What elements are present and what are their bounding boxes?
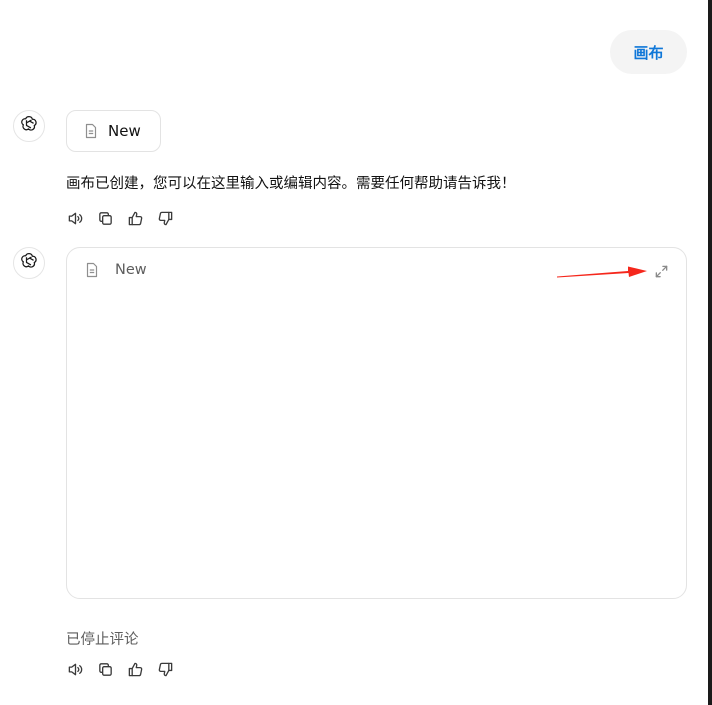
canvas-chip-label: New bbox=[108, 122, 141, 140]
copy-icon[interactable] bbox=[96, 209, 114, 227]
message-actions bbox=[66, 660, 174, 678]
user-message-text: 画布 bbox=[633, 43, 664, 62]
canvas-panel-header: New bbox=[85, 262, 147, 278]
openai-logo-icon bbox=[19, 114, 39, 138]
stopped-commenting-text: 已停止评论 bbox=[66, 632, 139, 648]
assistant-avatar bbox=[13, 110, 45, 142]
openai-logo-icon bbox=[19, 251, 39, 275]
canvas-panel[interactable]: New bbox=[66, 247, 687, 599]
canvas-chip[interactable]: New bbox=[66, 110, 161, 152]
expand-icon[interactable] bbox=[652, 262, 670, 280]
copy-icon[interactable] bbox=[96, 660, 114, 678]
thumbs-up-icon[interactable] bbox=[126, 660, 144, 678]
window-edge bbox=[708, 0, 712, 705]
thumbs-up-icon[interactable] bbox=[126, 209, 144, 227]
assistant-avatar bbox=[13, 247, 45, 279]
assistant-message-text: 画布已创建，您可以在这里输入或编辑内容。需要任何帮助请告诉我！ bbox=[66, 176, 516, 192]
thumbs-down-icon[interactable] bbox=[156, 209, 174, 227]
speaker-icon[interactable] bbox=[66, 209, 84, 227]
thumbs-down-icon[interactable] bbox=[156, 660, 174, 678]
user-message-bubble: 画布 bbox=[610, 30, 687, 74]
document-icon bbox=[84, 123, 98, 139]
document-icon bbox=[85, 262, 99, 278]
canvas-panel-title: New bbox=[115, 262, 147, 278]
speaker-icon[interactable] bbox=[66, 660, 84, 678]
message-actions bbox=[66, 209, 174, 227]
